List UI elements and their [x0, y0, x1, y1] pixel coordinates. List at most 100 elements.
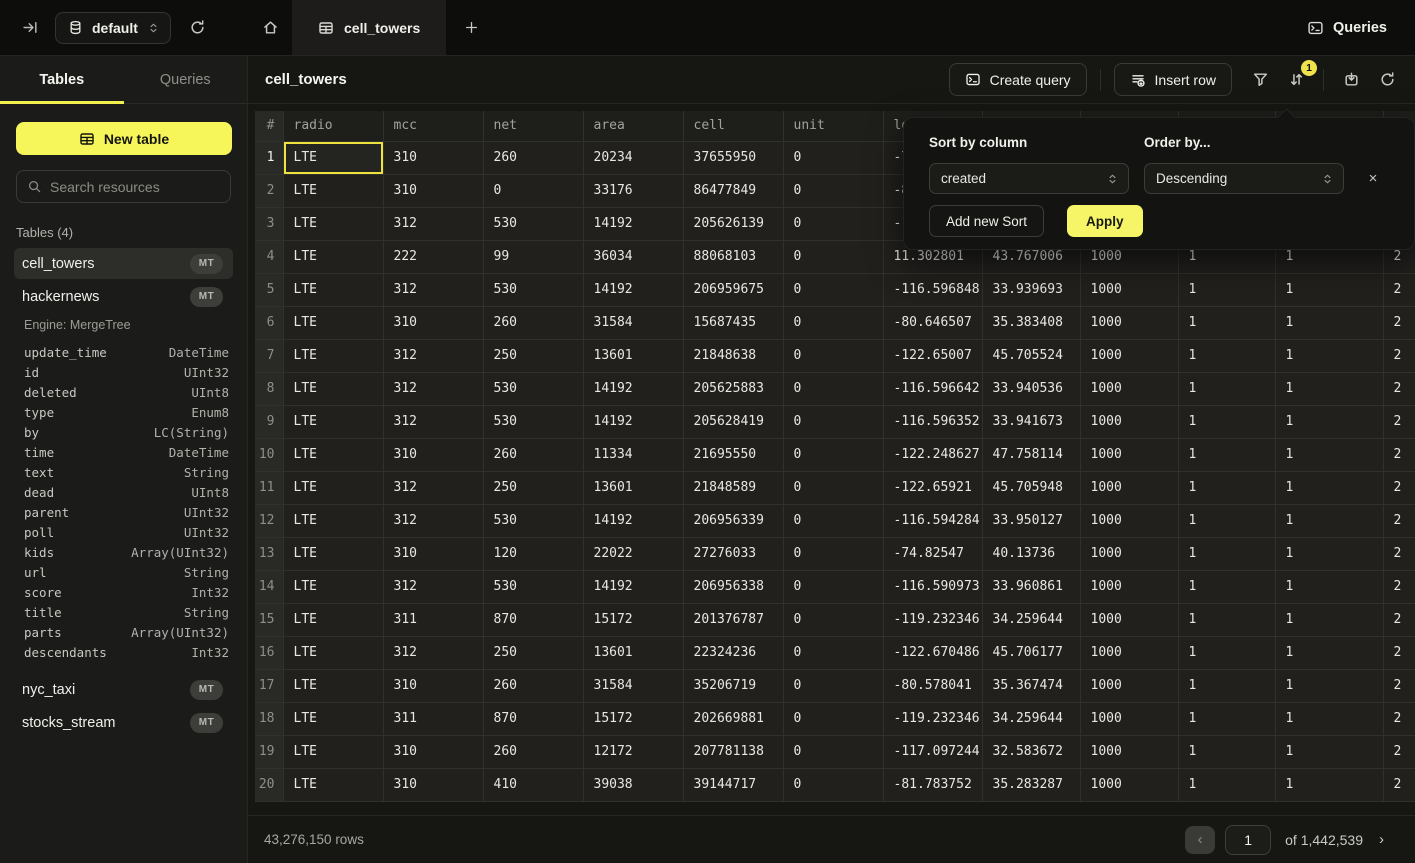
- cell[interactable]: -116.590973: [883, 570, 982, 603]
- cell[interactable]: 1: [1275, 372, 1383, 405]
- cell[interactable]: 206959675: [683, 273, 783, 306]
- cell[interactable]: 0: [783, 702, 883, 735]
- cell[interactable]: -74.82547: [883, 537, 982, 570]
- cell[interactable]: 250: [483, 471, 583, 504]
- cell[interactable]: 40.13736: [982, 537, 1080, 570]
- selected-cell[interactable]: LTE: [283, 141, 383, 174]
- cell[interactable]: 0: [483, 174, 583, 207]
- cell[interactable]: LTE: [283, 339, 383, 372]
- cell[interactable]: 13601: [583, 471, 683, 504]
- cell[interactable]: -122.65007: [883, 339, 982, 372]
- cell[interactable]: 312: [383, 471, 483, 504]
- cell[interactable]: 21695550: [683, 438, 783, 471]
- cell[interactable]: 1: [1275, 339, 1383, 372]
- cell[interactable]: 310: [383, 438, 483, 471]
- cell[interactable]: 1000: [1080, 504, 1178, 537]
- cell[interactable]: 0: [783, 174, 883, 207]
- cell[interactable]: 33176: [583, 174, 683, 207]
- cell[interactable]: 1: [1178, 636, 1275, 669]
- cell[interactable]: 31584: [583, 306, 683, 339]
- cell[interactable]: 870: [483, 603, 583, 636]
- cell[interactable]: 1: [1178, 735, 1275, 768]
- cell[interactable]: 310: [383, 669, 483, 702]
- cell[interactable]: 310: [383, 174, 483, 207]
- cell[interactable]: 1: [1178, 405, 1275, 438]
- cell[interactable]: 15687435: [683, 306, 783, 339]
- cell[interactable]: 870: [483, 702, 583, 735]
- cell[interactable]: 39144717: [683, 768, 783, 801]
- cell[interactable]: -80.646507: [883, 306, 982, 339]
- cell[interactable]: 14192: [583, 570, 683, 603]
- cell[interactable]: -80.578041: [883, 669, 982, 702]
- cell[interactable]: LTE: [283, 405, 383, 438]
- cell[interactable]: LTE: [283, 372, 383, 405]
- cell[interactable]: 99: [483, 240, 583, 273]
- cell[interactable]: 0: [783, 636, 883, 669]
- cell[interactable]: 1: [1178, 471, 1275, 504]
- cell[interactable]: 312: [383, 207, 483, 240]
- cell[interactable]: LTE: [283, 603, 383, 636]
- cell[interactable]: 0: [783, 537, 883, 570]
- cell[interactable]: -116.596642: [883, 372, 982, 405]
- cell[interactable]: 1: [1178, 372, 1275, 405]
- cell[interactable]: 260: [483, 141, 583, 174]
- cell[interactable]: 0: [783, 273, 883, 306]
- cell[interactable]: 1: [1178, 504, 1275, 537]
- cell[interactable]: 13601: [583, 339, 683, 372]
- cell[interactable]: LTE: [283, 438, 383, 471]
- cell[interactable]: 1000: [1080, 735, 1178, 768]
- cell[interactable]: 120: [483, 537, 583, 570]
- cell[interactable]: 1000: [1080, 306, 1178, 339]
- cell[interactable]: 310: [383, 735, 483, 768]
- cell[interactable]: 2: [1383, 669, 1415, 702]
- cell[interactable]: 1000: [1080, 471, 1178, 504]
- apply-sort-button[interactable]: Apply: [1067, 205, 1143, 237]
- cell[interactable]: 0: [783, 141, 883, 174]
- cell[interactable]: 2: [1383, 372, 1415, 405]
- cell[interactable]: 310: [383, 768, 483, 801]
- cell[interactable]: 33.940536: [982, 372, 1080, 405]
- cell[interactable]: -122.670486: [883, 636, 982, 669]
- search-resources-input[interactable]: [50, 179, 231, 195]
- cell[interactable]: 1: [1178, 339, 1275, 372]
- cell[interactable]: 312: [383, 504, 483, 537]
- cell[interactable]: 0: [783, 669, 883, 702]
- cell[interactable]: 45.706177: [982, 636, 1080, 669]
- cell[interactable]: 1000: [1080, 339, 1178, 372]
- cell[interactable]: 0: [783, 504, 883, 537]
- cell[interactable]: 2: [1383, 339, 1415, 372]
- cell[interactable]: 1: [1275, 537, 1383, 570]
- cell[interactable]: 37655950: [683, 141, 783, 174]
- sidebar-table-nyc_taxi[interactable]: nyc_taxiMT: [14, 674, 233, 705]
- cell[interactable]: 312: [383, 273, 483, 306]
- cell[interactable]: 207781138: [683, 735, 783, 768]
- cell[interactable]: 1: [1178, 306, 1275, 339]
- cell[interactable]: 22324236: [683, 636, 783, 669]
- cell[interactable]: 260: [483, 735, 583, 768]
- cell[interactable]: 310: [383, 306, 483, 339]
- cell[interactable]: 312: [383, 339, 483, 372]
- cell[interactable]: 1: [1275, 306, 1383, 339]
- column-header-mcc[interactable]: mcc: [383, 111, 483, 141]
- cell[interactable]: 35206719: [683, 669, 783, 702]
- cell[interactable]: 0: [783, 207, 883, 240]
- cell[interactable]: 312: [383, 372, 483, 405]
- column-header-cell[interactable]: cell: [683, 111, 783, 141]
- cell[interactable]: 35.283287: [982, 768, 1080, 801]
- cell[interactable]: LTE: [283, 207, 383, 240]
- cell[interactable]: 2: [1383, 405, 1415, 438]
- cell[interactable]: 31584: [583, 669, 683, 702]
- cell[interactable]: 1: [1178, 537, 1275, 570]
- cell[interactable]: 36034: [583, 240, 683, 273]
- cell[interactable]: 1000: [1080, 372, 1178, 405]
- cell[interactable]: 2: [1383, 273, 1415, 306]
- cell[interactable]: LTE: [283, 669, 383, 702]
- sort-icon[interactable]: 1: [1282, 66, 1310, 94]
- cell[interactable]: 530: [483, 207, 583, 240]
- sort-column-select[interactable]: created: [929, 163, 1129, 194]
- cell[interactable]: 2: [1383, 471, 1415, 504]
- cell[interactable]: 20234: [583, 141, 683, 174]
- cell[interactable]: LTE: [283, 174, 383, 207]
- cell[interactable]: 1: [1178, 603, 1275, 636]
- cell[interactable]: 22022: [583, 537, 683, 570]
